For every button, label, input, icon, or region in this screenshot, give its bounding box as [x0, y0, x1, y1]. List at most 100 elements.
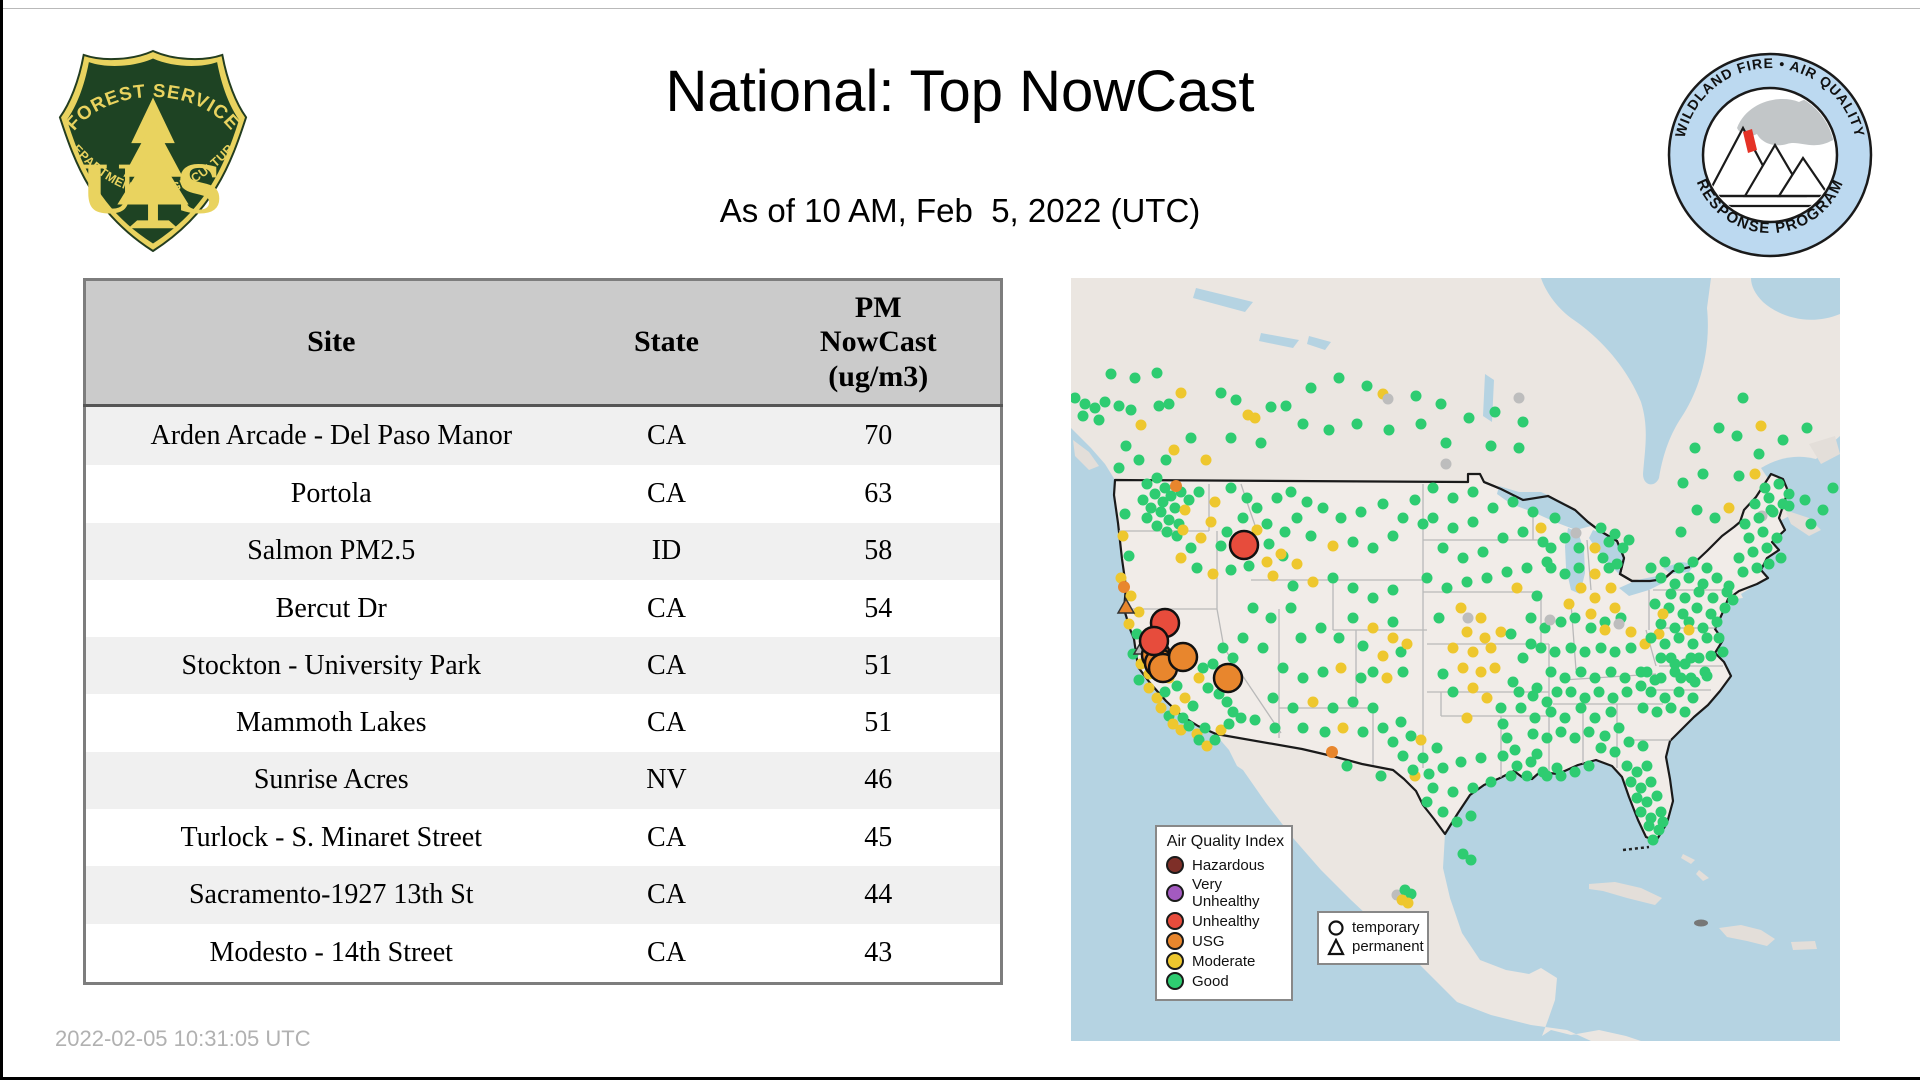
site-cell: Sacramento-1927 13th St	[188, 878, 474, 910]
monitor-dot	[1467, 486, 1479, 498]
monitor-dot	[1531, 748, 1543, 760]
monitor-dot	[1685, 652, 1697, 664]
monitor-dot	[1495, 702, 1507, 714]
state-cell: CA	[647, 878, 686, 910]
monitor-dot	[1541, 732, 1553, 744]
monitor-dot	[1160, 454, 1172, 466]
monitor-dot	[1183, 720, 1195, 732]
monitor-dot	[1545, 562, 1557, 574]
monitor-dot	[1477, 546, 1489, 558]
value-cell: 43	[864, 936, 893, 968]
table-row: Salmon PM2.5 ID 58	[84, 522, 1002, 580]
monitor-dot	[1711, 616, 1723, 628]
monitor-dot	[1375, 770, 1387, 782]
monitor-dot	[1225, 564, 1237, 576]
monitor-dot	[1657, 608, 1669, 620]
monitor-dot	[1713, 632, 1725, 644]
monitor-dot	[1159, 686, 1171, 698]
monitor-dot	[1559, 532, 1571, 544]
value-cell: 44	[864, 878, 893, 910]
monitor-dot	[1175, 387, 1187, 399]
monitor-dot	[1641, 666, 1653, 678]
monitor-dot	[1437, 762, 1449, 774]
top-site-marker	[1228, 529, 1260, 561]
monitor-dot	[1657, 816, 1669, 828]
monitor-dot	[1505, 628, 1517, 640]
monitor-dot	[1323, 424, 1335, 436]
monitor-dot	[1763, 492, 1775, 504]
monitor-dot	[1737, 392, 1749, 404]
monitor-dot	[1141, 512, 1153, 524]
monitor-dot	[1749, 468, 1761, 480]
aqi-legend-entry: Unhealthy	[1166, 912, 1285, 930]
aqi-legend-entries: Hazardous Very Unhealthy Unhealthy USG Moder…	[1166, 856, 1285, 990]
monitor-dot	[1215, 540, 1227, 552]
monitor-dot	[1647, 834, 1659, 846]
monitor-dot	[1531, 590, 1543, 602]
table-row: Bercut Dr CA 54	[84, 579, 1002, 638]
legend-label: Good	[1192, 972, 1229, 990]
monitor-dot	[1637, 702, 1649, 714]
monitor-dot	[1269, 722, 1281, 734]
monitor-dot	[1579, 692, 1591, 704]
monitor-dot	[1565, 642, 1577, 654]
monitor-dot	[1455, 602, 1467, 614]
monitor-dot	[1773, 478, 1785, 490]
monitor-dot	[1427, 482, 1439, 494]
monitor-dot	[1291, 512, 1303, 524]
monitor-dot	[1230, 394, 1242, 406]
monitor-dot	[1517, 526, 1529, 538]
monitor-dot	[1597, 552, 1609, 564]
monitor-dot	[1207, 568, 1219, 580]
monitor-dot	[1575, 702, 1587, 714]
monitor-dot	[1367, 542, 1379, 554]
monitor-dot	[1475, 666, 1487, 678]
monitor-dot	[1589, 672, 1601, 684]
monitor-dot	[1595, 742, 1607, 754]
monitor-dot	[1383, 424, 1395, 436]
monitor-dot	[1215, 387, 1227, 399]
monitor-dot	[1689, 442, 1701, 454]
monitor-dot	[1347, 612, 1359, 624]
monitor-dot	[1307, 696, 1319, 708]
monitor-dot	[1123, 550, 1135, 562]
monitor-dot	[1367, 666, 1379, 678]
monitor-dot	[1635, 680, 1647, 692]
monitor-dot	[1631, 792, 1643, 804]
monitor-dot	[1559, 672, 1571, 684]
monitor-dot	[1280, 400, 1292, 412]
monitor-dot	[1461, 626, 1473, 638]
legend-label: permanent	[1352, 937, 1424, 955]
monitor-dot	[1505, 770, 1517, 782]
monitor-dot	[1573, 562, 1585, 574]
monitor-dot	[1225, 432, 1237, 444]
monitor-dot	[1521, 770, 1533, 782]
monitor-dot	[1335, 512, 1347, 524]
monitor-dot	[1143, 682, 1155, 694]
monitor-dot	[1777, 434, 1789, 446]
monitor-dot	[1723, 580, 1735, 592]
state-cell: NV	[646, 764, 687, 796]
site-cell: Sunrise Acres	[253, 764, 409, 796]
monitor-dot	[1545, 666, 1557, 678]
monitor-dot	[1515, 702, 1527, 714]
monitor-dot	[1771, 532, 1783, 544]
monitor-dot	[1737, 566, 1749, 578]
monitor-dot	[1517, 652, 1529, 664]
monitor-dot	[1777, 498, 1789, 510]
table-row: Mammoth Lakes CA 51	[84, 694, 1002, 752]
aqi-legend-entry: Moderate	[1166, 952, 1285, 970]
monitor-dot	[1275, 548, 1287, 560]
monitor-dot	[1305, 382, 1317, 394]
monitor-dot	[1569, 612, 1581, 624]
monitor-dot	[1397, 750, 1409, 762]
state-cell: ID	[651, 535, 682, 567]
legend-label: Unhealthy	[1192, 912, 1260, 930]
monitor-dot	[1555, 616, 1567, 628]
monitor-dot	[1135, 419, 1147, 431]
monitor-dot	[1631, 766, 1643, 778]
monitor-dot	[1447, 492, 1459, 504]
monitor-dot	[1461, 576, 1473, 588]
monitor-dot	[1333, 372, 1345, 384]
page-subtitle: As of 10 AM, Feb 5, 2022 (UTC)	[719, 192, 1201, 229]
